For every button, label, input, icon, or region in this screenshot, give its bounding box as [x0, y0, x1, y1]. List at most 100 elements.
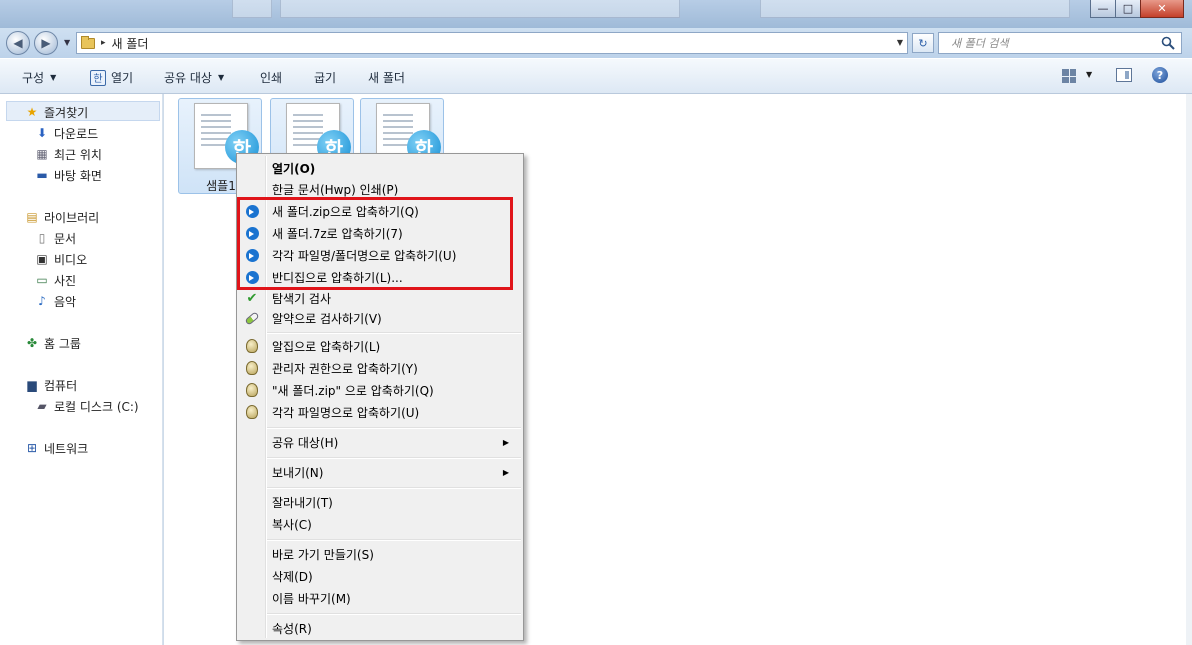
menu-label: 바로 가기 만들기(S) [272, 547, 374, 562]
background-window-ghost [760, 0, 1070, 18]
organize-label: 구성 [22, 71, 45, 85]
menu-item-delete[interactable]: 삭제(D) [239, 565, 521, 587]
menu-label: 삭제(D) [272, 569, 313, 584]
documents-icon: ▯ [38, 231, 46, 245]
burn-button[interactable]: 굽기 [314, 69, 336, 86]
address-dropdown[interactable]: ▼ [897, 38, 903, 47]
breadcrumb-current-folder[interactable]: 새 폴더 [112, 35, 149, 52]
menu-item-rename[interactable]: 이름 바꾸기(M) [239, 587, 521, 609]
preview-pane-icon[interactable] [1116, 68, 1132, 82]
nav-local-disk[interactable]: ▰ 로컬 디스크 (C:) [34, 396, 138, 416]
nav-desktop[interactable]: ▬ 바탕 화면 [34, 165, 102, 185]
menu-label: 탐색기 검사 [272, 291, 332, 306]
scrollbar[interactable] [1186, 94, 1192, 645]
nav-music[interactable]: ♪ 음악 [34, 291, 76, 311]
address-bar[interactable]: ▸ 새 폴더 ▼ [76, 32, 908, 54]
nav-downloads[interactable]: ⬇ 다운로드 [34, 123, 98, 143]
share-with-button[interactable]: 공유 대상 ▼ [164, 69, 224, 86]
menu-item-copy[interactable]: 복사(C) [239, 513, 521, 535]
folder-icon [81, 35, 95, 49]
menu-label: 공유 대상(H) [272, 435, 339, 450]
menu-label: 복사(C) [272, 517, 312, 532]
nav-label: 홈 그룹 [44, 336, 81, 351]
menu-label: 이름 바꾸기(M) [272, 591, 351, 606]
menu-separator [267, 427, 521, 429]
menu-item-alzip-admin[interactable]: 관리자 권한으로 압축하기(Y) [239, 357, 521, 379]
menu-separator [267, 487, 521, 489]
nav-documents[interactable]: ▯ 문서 [34, 228, 76, 248]
menu-item-open[interactable]: 열기(O) [239, 157, 521, 179]
nav-videos[interactable]: ▣ 비디오 [34, 249, 87, 269]
nav-label: 사진 [54, 273, 77, 288]
nav-label: 네트워크 [44, 441, 89, 456]
breadcrumb-separator[interactable]: ▸ [101, 38, 106, 48]
maximize-button[interactable]: □ [1115, 0, 1141, 18]
back-button[interactable]: ◀ [6, 31, 30, 55]
menu-item-alzip-each[interactable]: 각각 파일명으로 압축하기(U) [239, 401, 521, 423]
videos-icon: ▣ [36, 252, 48, 266]
print-button[interactable]: 인쇄 [260, 69, 282, 86]
menu-label: 각각 파일명으로 압축하기(U) [272, 405, 420, 420]
minimize-button[interactable]: — [1090, 0, 1116, 18]
background-window-ghost [232, 0, 272, 18]
nav-homegroup[interactable]: ✤ 홈 그룹 [24, 333, 81, 353]
pictures-icon: ▭ [36, 273, 48, 287]
search-icon[interactable] [1161, 36, 1175, 50]
libraries-icon: ▤ [26, 210, 38, 224]
menu-separator [267, 457, 521, 459]
menu-item-alzip-zip[interactable]: "새 폴더.zip" 으로 압축하기(Q) [239, 379, 521, 401]
menu-item-properties[interactable]: 속성(R) [239, 617, 521, 639]
nav-computer[interactable]: ▆ 컴퓨터 [24, 375, 77, 395]
help-icon[interactable]: ? [1152, 67, 1168, 83]
nav-network[interactable]: ⊞ 네트워크 [24, 438, 88, 458]
new-folder-button[interactable]: 새 폴더 [368, 69, 405, 86]
scanner-icon: ✔ [246, 290, 258, 306]
search-input[interactable] [951, 36, 1151, 50]
title-bar: — □ ✕ [0, 0, 1192, 28]
close-button[interactable]: ✕ [1140, 0, 1184, 18]
navigation-pane: ★ 즐겨찾기 ⬇ 다운로드 ▦ 최근 위치 ▬ 바탕 화면 ▤ 라이브러리 ▯ … [0, 94, 163, 645]
menu-item-explorer-scan[interactable]: ✔ 탐색기 검사 [239, 287, 521, 309]
forward-button[interactable]: ▶ [34, 31, 58, 55]
address-row: ◀ ▶ ▼ ▸ 새 폴더 ▼ ↻ [0, 28, 1192, 58]
alzip-icon [246, 405, 258, 419]
nav-libraries[interactable]: ▤ 라이브러리 [24, 207, 99, 227]
nav-label: 최근 위치 [54, 147, 102, 162]
nav-label: 문서 [54, 231, 77, 246]
menu-label: 보내기(N) [272, 465, 324, 480]
menu-item-alzip-compress[interactable]: 알집으로 압축하기(L) [239, 335, 521, 357]
menu-item-share-with[interactable]: 공유 대상(H) ▶ [239, 431, 521, 453]
recent-pages-dropdown[interactable]: ▼ [64, 38, 70, 47]
recent-places-icon: ▦ [36, 147, 48, 161]
desktop-icon: ▬ [36, 168, 48, 182]
alzip-admin-icon [246, 361, 258, 375]
annotation-highlight-box [237, 197, 513, 290]
menu-item-alyac-scan[interactable]: 알약으로 검사하기(V) [239, 307, 521, 329]
submenu-arrow-icon: ▶ [502, 437, 509, 447]
nav-label: 컴퓨터 [44, 378, 78, 393]
open-button[interactable]: 한 열기 [90, 69, 133, 86]
nav-favorites[interactable]: ★ 즐겨찾기 [24, 102, 89, 122]
nav-label: 음악 [54, 294, 77, 309]
music-icon: ♪ [38, 294, 46, 308]
menu-label: 관리자 권한으로 압축하기(Y) [272, 361, 418, 376]
chevron-down-icon: ▼ [217, 73, 225, 82]
view-icon[interactable] [1062, 69, 1076, 83]
disk-drive-icon: ▰ [37, 399, 47, 413]
nav-label: 라이브러리 [44, 210, 100, 225]
alyac-pill-icon [244, 310, 260, 326]
search-box[interactable] [938, 32, 1182, 54]
refresh-button[interactable]: ↻ [912, 33, 934, 53]
nav-label: 비디오 [54, 252, 88, 267]
menu-item-cut[interactable]: 잘라내기(T) [239, 491, 521, 513]
nav-pictures[interactable]: ▭ 사진 [34, 270, 76, 290]
view-options-dropdown[interactable]: ▼ [1086, 70, 1092, 79]
menu-item-create-shortcut[interactable]: 바로 가기 만들기(S) [239, 543, 521, 565]
menu-separator [267, 332, 521, 334]
organize-button[interactable]: 구성 ▼ [22, 69, 56, 86]
homegroup-icon: ✤ [26, 336, 38, 350]
menu-item-send-to[interactable]: 보내기(N) ▶ [239, 461, 521, 483]
nav-recent-places[interactable]: ▦ 최근 위치 [34, 144, 102, 164]
hwp-open-icon: 한 [90, 69, 106, 86]
menu-label: 알집으로 압축하기(L) [272, 339, 381, 354]
